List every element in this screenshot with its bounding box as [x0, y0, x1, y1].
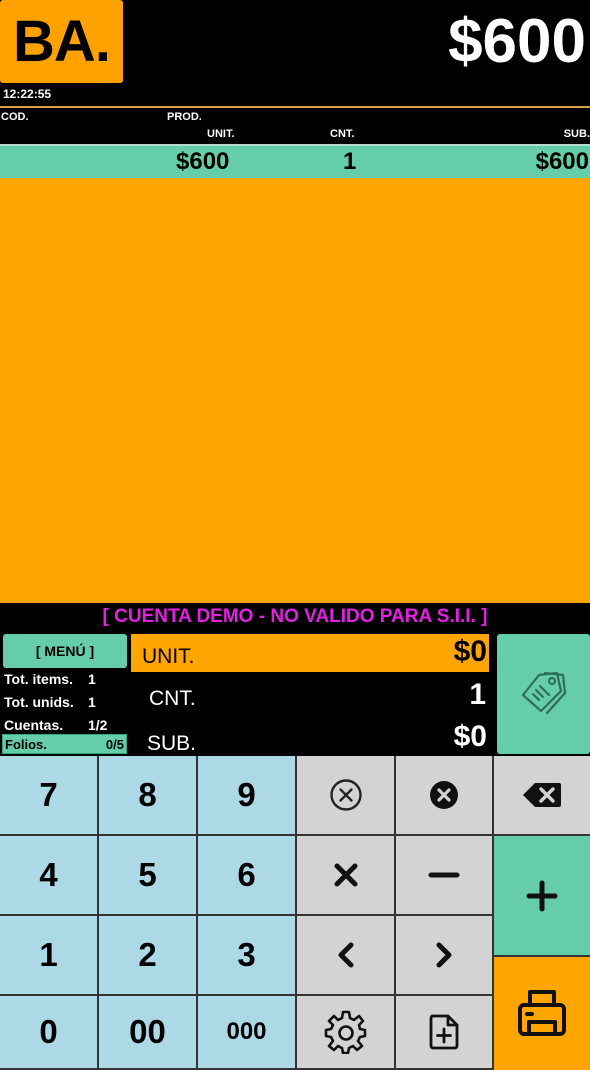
- price-tag-icon: [519, 667, 569, 722]
- plus-icon: [526, 880, 558, 912]
- backspace-icon: [522, 781, 562, 809]
- settings-button[interactable]: [297, 996, 396, 1070]
- item-subtotal: $600: [535, 148, 589, 175]
- multiply-button[interactable]: [297, 836, 396, 916]
- key-9[interactable]: 9: [198, 756, 297, 836]
- key-0[interactable]: 0: [0, 996, 99, 1070]
- grand-total: $600: [448, 7, 586, 76]
- tot-unids-value: 1: [88, 694, 96, 710]
- logo-text: BA.: [13, 8, 111, 74]
- key-00[interactable]: 00: [99, 996, 198, 1070]
- tot-items-value: 1: [88, 671, 96, 687]
- folios-indicator: Folios. 0/5: [2, 734, 127, 754]
- print-button[interactable]: [494, 957, 590, 1070]
- multiply-icon: [333, 862, 359, 888]
- header-divider: [0, 106, 590, 108]
- gear-icon: [324, 1010, 368, 1054]
- cuentas-label: Cuentas.: [4, 717, 64, 733]
- column-header-sub: SUB.: [563, 128, 590, 140]
- item-quantity: 1: [343, 148, 357, 175]
- clear-button[interactable]: [297, 756, 396, 836]
- key-6[interactable]: 6: [198, 836, 297, 916]
- unit-price-label: UNIT.: [142, 645, 195, 668]
- column-header-unit: UNIT.: [207, 128, 235, 140]
- new-document-button[interactable]: [396, 996, 494, 1070]
- document-add-icon: [428, 1013, 460, 1051]
- folios-label: Folios.: [5, 737, 47, 752]
- circle-x-outline-icon: [329, 778, 363, 812]
- previous-button[interactable]: [297, 916, 396, 996]
- minus-icon: [428, 870, 460, 880]
- key-5[interactable]: 5: [99, 836, 198, 916]
- demo-notice: [ CUENTA DEMO - NO VALIDO PARA S.I.I. ]: [102, 606, 488, 627]
- plus-button[interactable]: [494, 836, 590, 957]
- unit-price-field[interactable]: UNIT. $0: [131, 634, 489, 672]
- cuentas-value: 1/2: [88, 717, 108, 733]
- key-8[interactable]: 8: [99, 756, 198, 836]
- column-header-cod: COD.: [1, 111, 29, 123]
- delete-item-button[interactable]: [396, 756, 494, 836]
- menu-button[interactable]: [ MENÚ ]: [3, 634, 127, 668]
- printer-icon: [516, 988, 568, 1040]
- key-000[interactable]: 000: [198, 996, 297, 1070]
- list-item[interactable]: $600 1 $600: [0, 144, 590, 178]
- key-2[interactable]: 2: [99, 916, 198, 996]
- subtotal-value: $0: [453, 720, 487, 753]
- unit-price-value: $0: [453, 635, 487, 668]
- item-unit-price: $600: [176, 148, 230, 175]
- key-4[interactable]: 4: [0, 836, 99, 916]
- chevron-right-icon: [433, 942, 455, 968]
- backspace-button[interactable]: [494, 756, 590, 836]
- minus-button[interactable]: [396, 836, 494, 916]
- quantity-label: CNT.: [149, 687, 196, 710]
- column-header-prod: PROD.: [167, 111, 202, 123]
- tot-unids-label: Tot. unids.: [4, 694, 74, 710]
- key-1[interactable]: 1: [0, 916, 99, 996]
- app-logo: BA.: [0, 0, 123, 83]
- price-tag-button[interactable]: [497, 634, 590, 754]
- subtotal-field[interactable]: SUB. $0: [131, 718, 489, 756]
- key-3[interactable]: 3: [198, 916, 297, 996]
- quantity-field[interactable]: CNT. 1: [131, 676, 489, 714]
- tot-items-label: Tot. items.: [4, 671, 73, 687]
- folios-value: 0/5: [105, 737, 124, 752]
- subtotal-label: SUB.: [147, 732, 197, 755]
- circle-x-filled-icon: [428, 779, 460, 811]
- key-7[interactable]: 7: [0, 756, 99, 836]
- quantity-value: 1: [469, 678, 486, 711]
- items-list-area[interactable]: [0, 178, 590, 603]
- clock: 12:22:55: [3, 87, 52, 101]
- chevron-left-icon: [335, 942, 357, 968]
- column-header-cnt: CNT.: [330, 128, 355, 140]
- next-button[interactable]: [396, 916, 494, 996]
